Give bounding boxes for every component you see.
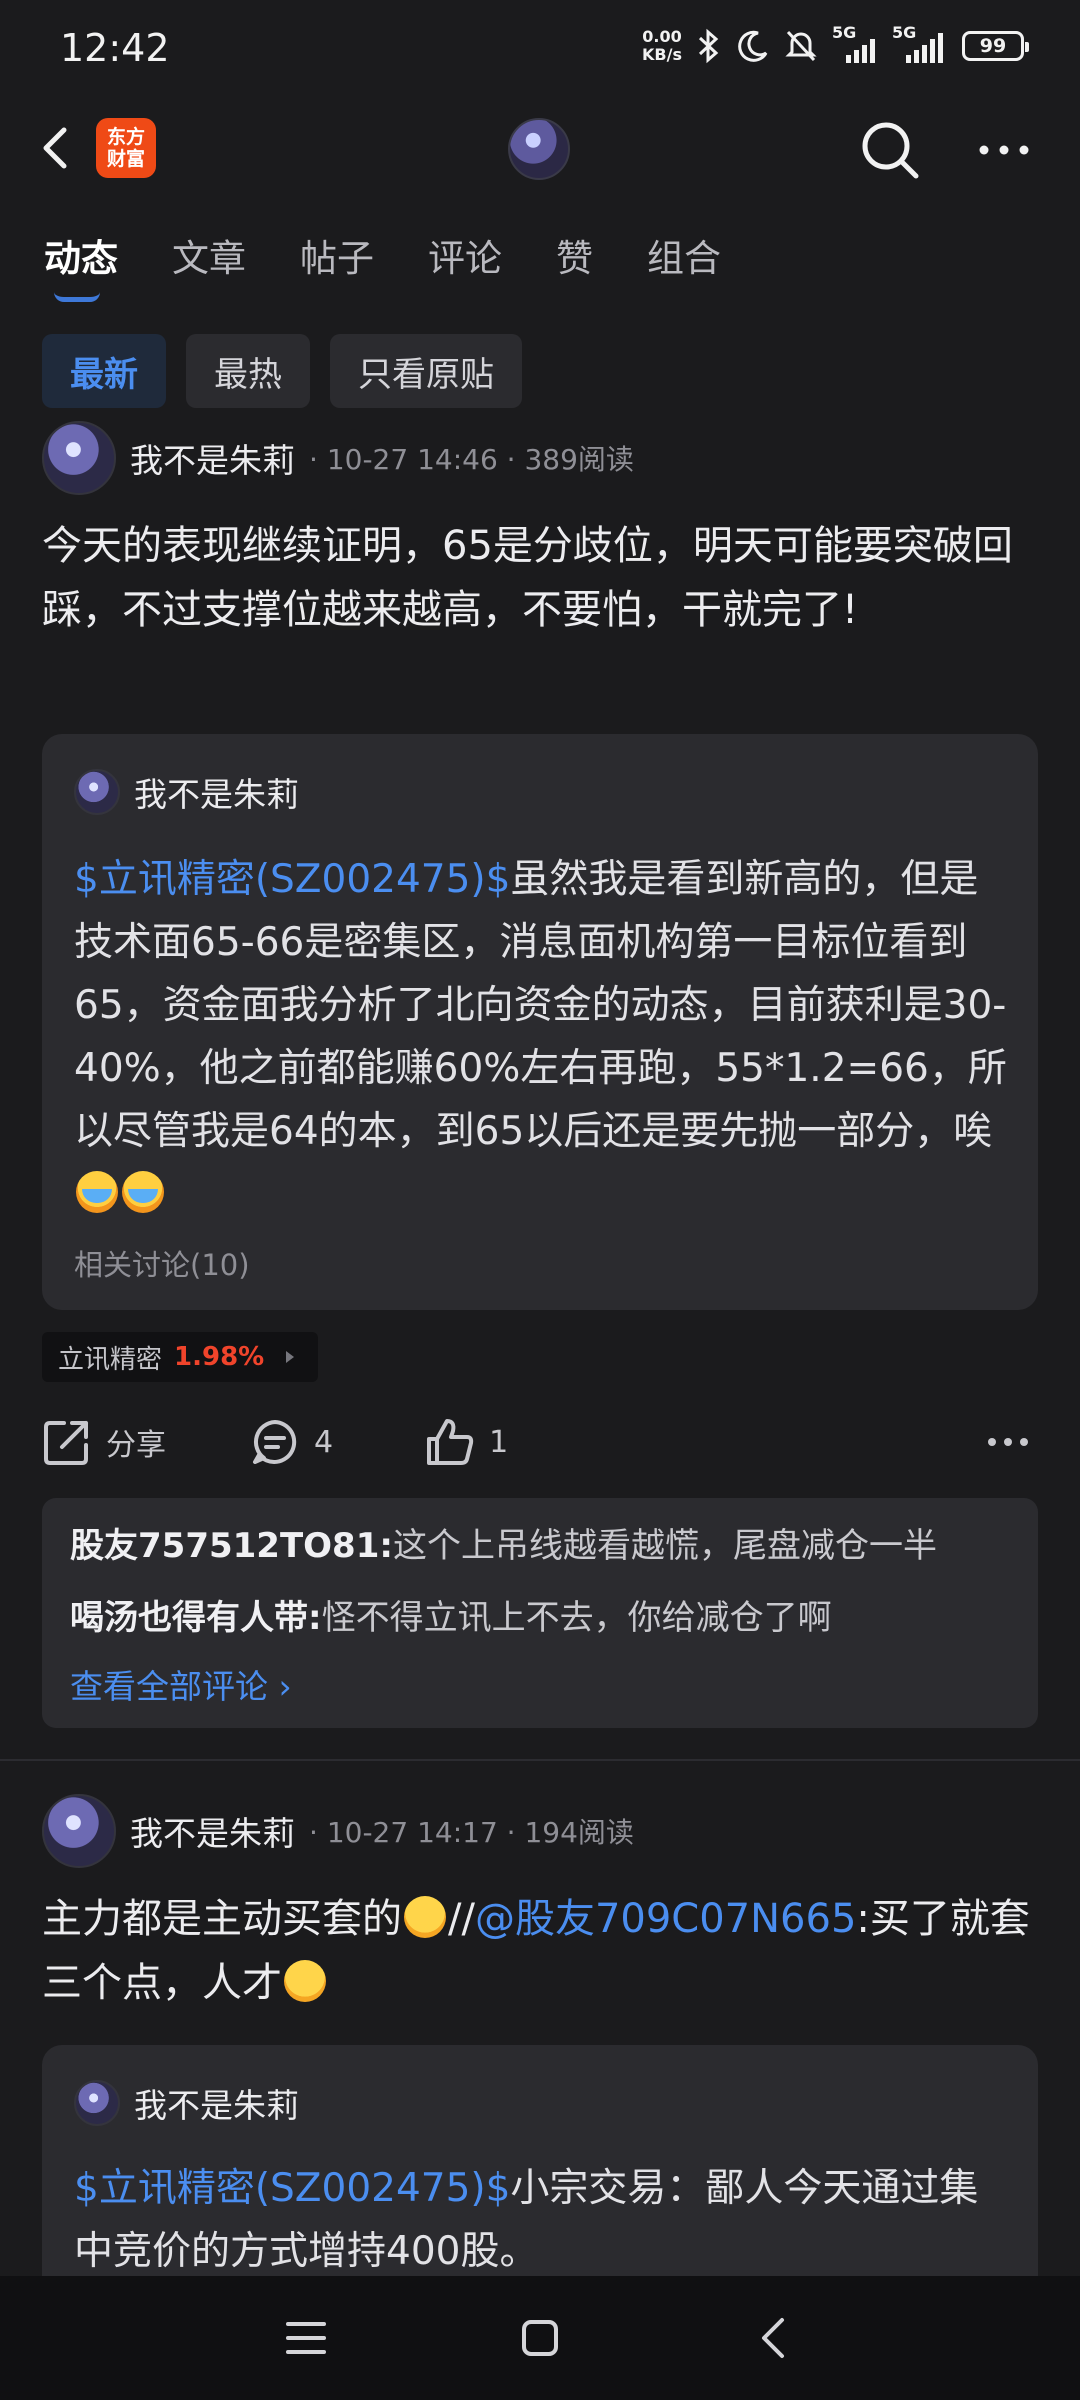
author-name[interactable]: 我不是朱莉 [130, 434, 295, 482]
quoted-author-name: 我不是朱莉 [134, 2086, 299, 2125]
like-icon [427, 1419, 474, 1465]
profile-tabs: 动态 文章 帖子 评论 赞 组合 [44, 228, 775, 302]
tab-portfolio[interactable]: 组合 [647, 228, 721, 298]
post-meta: · 10-27 14:17 · 194阅读 [309, 1816, 634, 1849]
play-arrow-icon [286, 1351, 295, 1363]
avatar [74, 2080, 120, 2126]
stock-link[interactable]: $立讯精密(SZ002475)$ [74, 857, 510, 902]
laughing-emoji [284, 1960, 326, 2002]
post-header: 我不是朱莉 · 10-27 14:46 · 389阅读 [42, 420, 634, 496]
back-nav-icon[interactable] [756, 2316, 792, 2360]
avatar[interactable] [42, 421, 116, 495]
bluetooth-icon [698, 28, 719, 64]
filter-hottest[interactable]: 最热 [186, 334, 310, 408]
filter-latest[interactable]: 最新 [42, 334, 166, 408]
quoted-author-name: 我不是朱莉 [134, 775, 299, 814]
net-speed: 0.00 KB/s [642, 27, 682, 64]
comment-icon [253, 1420, 297, 1464]
signal-1: 5G [832, 23, 878, 63]
post-divider [0, 1759, 1080, 1761]
tab-comments[interactable]: 评论 [428, 228, 502, 298]
battery-indicator: 99 [962, 31, 1029, 61]
top-app-bar: 东方 财富 [0, 108, 1080, 188]
quoted-post-text: $立讯精密(SZ002475)$小宗交易：鄙人今天通过集中竞价的方式增持400股… [74, 2166, 979, 2274]
crying-emoji [76, 1171, 118, 1213]
search-icon[interactable] [858, 118, 922, 182]
tab-articles[interactable]: 文章 [172, 228, 246, 298]
tab-likes[interactable]: 赞 [556, 228, 593, 298]
quoted-post-header: 我不是朱莉 [74, 2079, 299, 2127]
avatar[interactable] [42, 1794, 116, 1868]
stock-tag[interactable]: 立讯精密 1.98% [42, 1332, 319, 1382]
tab-dynamics[interactable]: 动态 [44, 228, 118, 302]
avatar [74, 769, 120, 815]
author-name[interactable]: 我不是朱莉 [130, 1807, 295, 1855]
tab-posts[interactable]: 帖子 [300, 228, 374, 298]
status-bar: 12:42 0.00 KB/s 5G 5G 99 [0, 0, 1080, 100]
status-time: 12:42 [60, 26, 170, 70]
comment-button[interactable]: 4 [250, 1417, 333, 1467]
related-discussions[interactable]: 相关讨论(10) [74, 1242, 250, 1284]
post-actions: 分享 4 1 [42, 1412, 1038, 1472]
post-meta: · 10-27 14:46 · 389阅读 [309, 443, 634, 476]
home-icon[interactable] [520, 2318, 560, 2358]
quoted-post[interactable]: 我不是朱莉 $立讯精密(SZ002475)$虽然我是看到新高的，但是技术面65-… [42, 734, 1038, 1310]
moon-icon [738, 30, 768, 62]
stock-link[interactable]: $立讯精密(SZ002475)$ [74, 2166, 510, 2211]
filter-original-only[interactable]: 只看原贴 [330, 334, 522, 408]
post-text: 主力都是主动买套的//@股友709C07N665:买了就套三个点，人才 [42, 1896, 1030, 2006]
comment-item[interactable]: 喝汤也得有人带:怪不得立讯上不去，你给减仓了啊 [70, 1590, 832, 1639]
menu-icon[interactable] [284, 2318, 328, 2358]
comment-item[interactable]: 股友757512TO81:这个上吊线越看越慌，尾盘减仓一半 [70, 1518, 937, 1567]
view-all-comments-link[interactable]: 查看全部评论 › [70, 1660, 292, 1708]
quoted-post-header: 我不是朱莉 [74, 768, 299, 816]
crying-emoji [122, 1171, 164, 1213]
signal-2: 5G [892, 23, 948, 63]
smile-emoji [404, 1896, 446, 1938]
quoted-post[interactable]: 我不是朱莉 $立讯精密(SZ002475)$小宗交易：鄙人今天通过集中竞价的方式… [42, 2045, 1038, 2276]
tab-active-indicator [54, 292, 100, 302]
share-icon [44, 1421, 88, 1465]
system-navigation-bar [0, 2276, 1080, 2400]
app-logo[interactable]: 东方 财富 [96, 118, 156, 178]
status-icons: 0.00 KB/s 5G 5G 99 [642, 23, 1029, 64]
back-icon[interactable] [36, 118, 76, 178]
share-button[interactable]: 分享 [42, 1417, 166, 1467]
filter-chips: 最新 最热 只看原贴 [42, 334, 522, 408]
stock-change: 1.98% [174, 1342, 265, 1372]
mute-bell-icon [785, 30, 817, 62]
user-mention-link[interactable]: @股友709C07N665 [475, 1896, 856, 1942]
profile-avatar[interactable] [508, 118, 570, 180]
post-card[interactable]: 我不是朱莉 · 10-27 14:46 · 389阅读 今天的表现继续证明，65… [0, 420, 1080, 1750]
more-icon[interactable] [976, 130, 1032, 170]
post-text: 今天的表现继续证明，65是分歧位，明天可能要突破回踩，不过支撑位越来越高，不要怕… [42, 523, 1013, 633]
comment-preview[interactable]: 股友757512TO81:这个上吊线越看越慌，尾盘减仓一半 喝汤也得有人带:怪不… [42, 1498, 1038, 1728]
post-more-icon[interactable] [986, 1432, 1030, 1452]
like-button[interactable]: 1 [425, 1417, 508, 1467]
quoted-post-text: $立讯精密(SZ002475)$虽然我是看到新高的，但是技术面65-66是密集区… [74, 848, 1014, 1226]
post-header: 我不是朱莉 · 10-27 14:17 · 194阅读 [42, 1793, 634, 1869]
post-card[interactable]: 我不是朱莉 · 10-27 14:17 · 194阅读 主力都是主动买套的//@… [0, 1793, 1080, 2276]
